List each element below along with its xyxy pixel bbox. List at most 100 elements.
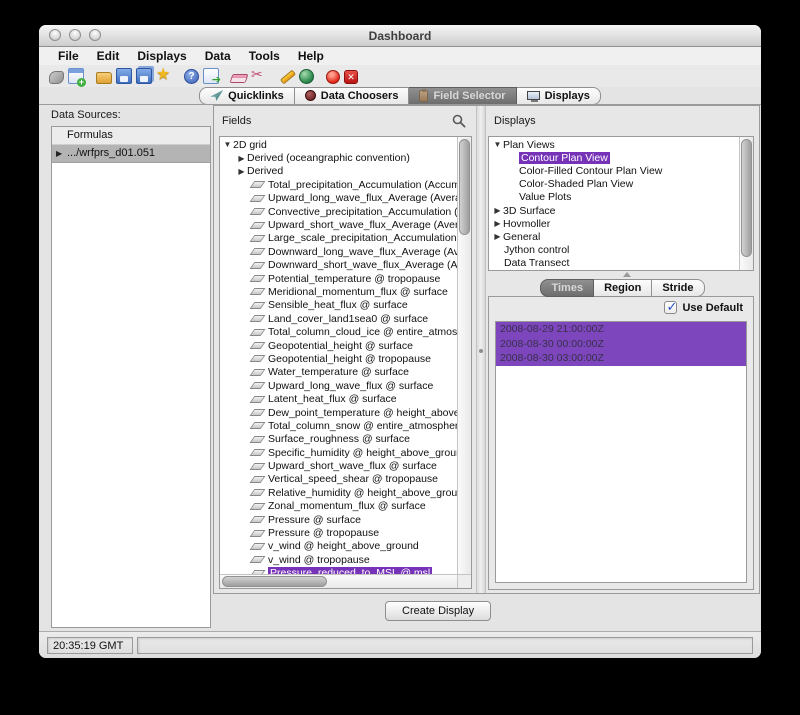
field-tree-row[interactable]: Sensible_heat_flux @ surface [220,299,457,312]
fields-horizontal-scrollbar[interactable] [220,574,457,588]
menu-item[interactable]: Displays [128,49,195,63]
field-tree-row[interactable]: ▶ Derived (oceangraphic convention) [220,151,457,164]
scrollbar-thumb[interactable] [741,139,752,257]
field-tree-row[interactable]: Dew_point_temperature @ height_above_gro… [220,406,457,419]
tree-toggle-icon[interactable]: ▶ [492,206,503,215]
support-icon[interactable] [203,68,219,84]
field-tree-row[interactable]: Downward_short_wave_flux_Average (Averag… [220,259,457,272]
time-item[interactable]: 2008-08-30 00:00:00Z [496,337,746,352]
tree-toggle-icon[interactable]: ▶ [492,232,503,241]
tree-toggle-icon[interactable]: ▶ [236,167,247,176]
field-tree-row[interactable]: Potential_temperature @ tropopause [220,272,457,285]
display-tree-row[interactable]: ▶ 3D Surface [489,204,739,217]
displays-vertical-scrollbar[interactable] [739,137,753,270]
field-tree-row[interactable]: Downward_long_wave_flux_Average (Average… [220,245,457,258]
menu-item[interactable]: File [49,49,88,63]
field-tree-row[interactable]: Upward_short_wave_flux_Average (Average … [220,218,457,231]
close-window-icon[interactable] [49,29,61,41]
sub-tab[interactable]: Region [594,279,652,297]
erase-icon[interactable] [230,74,249,83]
field-tree-row[interactable]: Water_temperature @ surface [220,366,457,379]
edit-icon[interactable] [279,68,295,84]
expand-arrow-icon[interactable]: ▶ [56,145,64,162]
data-source-item[interactable]: ▶ .../wrfprs_d01.051 [52,145,210,163]
main-tab[interactable]: Displays [517,87,601,105]
field-tree-row[interactable]: Upward_long_wave_flux @ surface [220,379,457,392]
field-tree-row[interactable]: Geopotential_height @ surface [220,339,457,352]
display-tree-row[interactable]: ▶ Hovmoller [489,217,739,230]
new-window-icon[interactable] [68,68,84,84]
use-default-row[interactable]: Use Default [664,301,743,314]
field-tree-row[interactable]: Land_cover_land1sea0 @ surface [220,312,457,325]
field-tree-row[interactable]: Relative_humidity @ height_above_ground [220,486,457,499]
field-tree-row[interactable]: ▶ Derived [220,165,457,178]
globe-icon[interactable] [299,69,314,84]
field-tree-row[interactable]: ▼ 2D grid [220,138,457,151]
display-tree-row[interactable]: Contour Plan View [489,151,739,164]
use-default-checkbox[interactable] [664,301,677,314]
field-tree-row[interactable]: Pressure_reduced_to_MSL @ msl [220,567,457,575]
scrollbar-thumb[interactable] [222,576,327,587]
favorites-icon[interactable] [156,68,172,84]
field-tree-row[interactable]: Total_precipitation_Accumulation (Accumu… [220,178,457,191]
field-tree-row[interactable]: Upward_long_wave_flux_Average (Average f… [220,192,457,205]
search-icon[interactable] [452,114,466,128]
main-tab[interactable]: Data Choosers [295,87,410,105]
display-tree-row[interactable]: Jython control [489,244,739,257]
field-tree-row[interactable]: Upward_short_wave_flux @ surface [220,459,457,472]
display-tree-row[interactable]: Data Transect [489,257,739,270]
field-tree-row[interactable]: Zonal_momentum_flux @ surface [220,500,457,513]
field-tree-row[interactable]: v_wind @ height_above_ground [220,540,457,553]
zoom-window-icon[interactable] [89,29,101,41]
panel-splitter[interactable] [476,106,486,593]
time-item[interactable]: 2008-08-30 03:00:00Z [496,351,746,366]
create-display-button[interactable]: Create Display [385,601,491,621]
fields-vertical-scrollbar[interactable] [457,137,471,574]
field-tree-row[interactable]: v_wind @ tropopause [220,553,457,566]
field-tree-row[interactable]: Convective_precipitation_Accumulation (A… [220,205,457,218]
main-tab[interactable]: Quicklinks [199,87,295,105]
help-icon[interactable] [184,69,199,84]
field-tree-row[interactable]: Geopotential_height @ tropopause [220,352,457,365]
field-tree-row[interactable]: Meridional_momentum_flux @ surface [220,285,457,298]
display-tree-row[interactable]: ▼ Plan Views [489,138,739,151]
dashboard-icon[interactable] [49,71,64,84]
display-tree-row[interactable]: Color-Shaded Plan View [489,178,739,191]
display-tree-row[interactable]: Value Plots [489,191,739,204]
minimize-window-icon[interactable] [69,29,81,41]
menu-item[interactable]: Tools [240,49,289,63]
field-tree-row[interactable]: Specific_humidity @ height_above_ground [220,446,457,459]
tree-toggle-icon[interactable]: ▶ [236,154,247,163]
display-tree-row[interactable]: ▶ General [489,230,739,243]
scrollbar-thumb[interactable] [459,139,470,235]
field-tree-row[interactable]: Pressure @ surface [220,513,457,526]
tree-toggle-icon[interactable]: ▶ [492,219,503,228]
menu-item[interactable]: Help [289,49,333,63]
field-label: Total_column_snow @ entire_atmosphere [268,420,457,432]
cut-icon[interactable] [251,68,267,84]
open-folder-icon[interactable] [96,72,112,84]
save-as-icon[interactable] [136,68,152,84]
stop-icon[interactable] [344,70,358,84]
sub-tab[interactable]: Stride [652,279,704,297]
field-tree-row[interactable]: Large_scale_precipitation_Accumulation (… [220,232,457,245]
sub-tab[interactable]: Times [540,279,594,297]
time-item[interactable]: 2008-08-29 21:00:00Z [496,322,746,337]
menu-item[interactable]: Edit [88,49,129,63]
menu-item[interactable]: Data [196,49,240,63]
field-tree-row[interactable]: Total_column_cloud_ice @ entire_atmosphe… [220,325,457,338]
save-icon[interactable] [116,68,132,84]
tree-toggle-icon[interactable]: ▼ [222,140,233,149]
tree-toggle-icon[interactable]: ▼ [492,140,503,149]
main-tab[interactable]: Field Selector [409,87,516,105]
title-bar[interactable]: Dashboard [39,25,761,47]
data-source-item[interactable]: Formulas [52,127,210,145]
record-icon[interactable] [326,70,340,84]
field-tree-row[interactable]: Total_column_snow @ entire_atmosphere [220,419,457,432]
field-tree-row[interactable]: Pressure @ tropopause [220,526,457,539]
display-tree-row[interactable]: Color-Filled Contour Plan View [489,164,739,177]
field-tree-row[interactable]: Surface_roughness @ surface [220,433,457,446]
field-tree-row[interactable]: Latent_heat_flux @ surface [220,392,457,405]
splitter-collapse-arrow-icon[interactable] [623,272,631,277]
field-tree-row[interactable]: Vertical_speed_shear @ tropopause [220,473,457,486]
